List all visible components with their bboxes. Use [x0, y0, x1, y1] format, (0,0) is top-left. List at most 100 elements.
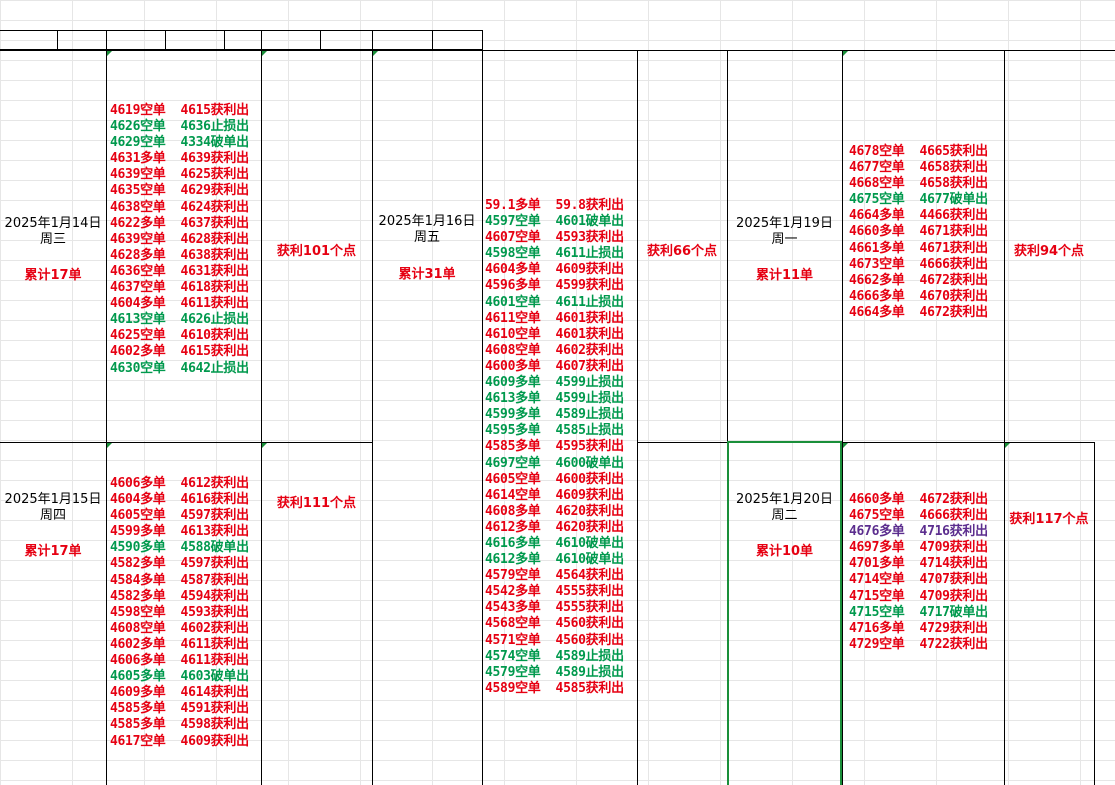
trade-entry: 4678空单 4665获利出	[849, 144, 988, 159]
trade-entry: 4585多单 4598获利出	[110, 717, 249, 733]
date-text: 2025年1月15日	[4, 492, 102, 507]
header-cell[interactable]	[57, 30, 107, 50]
day-label-jan19[interactable]: 2025年1月19日 周一	[727, 216, 842, 248]
trade-entry: 4635空单 4629获利出	[110, 183, 249, 199]
trade-entry: 4582多单 4597获利出	[110, 556, 249, 572]
trade-entry: 4589空单 4585获利出	[485, 680, 624, 696]
trade-entry: 4612多单 4610破单出	[485, 552, 624, 568]
trade-entry: 4617空单 4609获利出	[110, 733, 249, 749]
trade-entry: 4602多单 4615获利出	[110, 344, 249, 360]
header-cell[interactable]	[165, 30, 225, 50]
trade-entry: 4542多单 4555获利出	[485, 584, 624, 600]
trade-entry: 4660多单 4672获利出	[849, 492, 988, 507]
cell-marker-icon	[262, 51, 267, 56]
trade-entry: 4606多单 4611获利出	[110, 653, 249, 669]
trade-entry: 4571空单 4560获利出	[485, 632, 624, 648]
trade-entry: 4584多单 4587获利出	[110, 572, 249, 588]
trade-entry: 4666多单 4670获利出	[849, 288, 988, 304]
trade-entry: 4605多单 4603破单出	[110, 669, 249, 685]
trade-entry: 4619空单 4615获利出	[110, 103, 249, 118]
trade-list-jan15[interactable]: 4606多单 4612获利出 4604多单 4616获利出 4605空单 4597获…	[110, 476, 249, 750]
trade-entry: 4611空单 4601获利出	[485, 310, 624, 326]
trade-entry: 4606多单 4612获利出	[110, 476, 249, 491]
trade-entry: 4598空单 4593获利出	[110, 604, 249, 620]
cumulative-count: 累计17单	[24, 544, 82, 559]
trade-entry: 4602多单 4611获利出	[110, 636, 249, 652]
header-cell[interactable]	[261, 30, 321, 50]
trade-entry: 4604多单 4611获利出	[110, 296, 249, 312]
trade-entry: 4574空单 4589止损出	[485, 648, 624, 664]
trade-entry: 4582多单 4594获利出	[110, 588, 249, 604]
day-label-jan16[interactable]: 2025年1月16日 周五	[372, 214, 482, 246]
trade-entry: 4600多单 4607获利出	[485, 358, 624, 374]
trade-entry: 4629空单 4334破单出	[110, 135, 249, 151]
trade-list-jan14[interactable]: 4619空单 4615获利出 4626空单 4636止损出 4629空单 4334破…	[110, 103, 249, 377]
trade-entry: 4568空单 4560获利出	[485, 616, 624, 632]
weekday-text: 周四	[39, 508, 66, 523]
profit-total: 获利94个点	[1013, 244, 1085, 259]
trade-entry: 4608空单 4602获利出	[110, 620, 249, 636]
trade-entry: 4675空单 4666获利出	[849, 508, 988, 524]
trade-entry: 4616多单 4610破单出	[485, 535, 624, 551]
trade-entry: 4585多单 4591获利出	[110, 701, 249, 717]
trade-entry: 4628多单 4638获利出	[110, 247, 249, 263]
header-cell[interactable]	[106, 30, 166, 50]
trade-entry: 4597空单 4601破单出	[485, 214, 624, 230]
trade-entry: 4601空单 4611止损出	[485, 294, 624, 310]
trade-entry: 4607空单 4593获利出	[485, 230, 624, 246]
trade-entry: 4630空单 4642止损出	[110, 360, 249, 376]
trade-list-jan20[interactable]: 4660多单 4672获利出 4675空单 4666获利出 4676多单 4716获…	[849, 492, 988, 653]
date-text: 2025年1月16日	[378, 214, 476, 229]
column-divider	[482, 30, 483, 785]
trade-entry: 4639空单 4628获利出	[110, 231, 249, 247]
trade-entry: 4660多单 4671获利出	[849, 224, 988, 240]
row-divider	[637, 442, 1095, 443]
trade-entry: 4613空单 4626止损出	[110, 312, 249, 328]
column-divider	[842, 50, 843, 785]
trade-entry: 4610空单 4601获利出	[485, 326, 624, 342]
trade-entry: 4697多单 4709获利出	[849, 540, 988, 556]
trade-entry: 4608空单 4602获利出	[485, 342, 624, 358]
header-cell[interactable]	[320, 30, 373, 50]
header-cell[interactable]	[432, 30, 483, 50]
trade-entry: 4605空单 4597获利出	[110, 508, 249, 524]
trade-entry: 4714空单 4707获利出	[849, 572, 988, 588]
day-label-jan14[interactable]: 2025年1月14日 周三	[0, 216, 106, 248]
trade-entry: 4664多单 4466获利出	[849, 208, 988, 224]
day-label-jan20[interactable]: 2025年1月20日 周二	[727, 492, 842, 524]
weekday-text: 周三	[39, 232, 66, 247]
cell-marker-icon	[843, 443, 848, 448]
trade-entry: 4676多单 4716获利出	[849, 524, 988, 540]
column-divider	[372, 30, 373, 785]
cell-marker-icon	[107, 443, 112, 448]
trade-entry: 4609多单 4599止损出	[485, 375, 624, 391]
header-cell[interactable]	[0, 30, 58, 50]
weekday-text: 周五	[413, 230, 440, 245]
profit-total: 获利66个点	[646, 244, 718, 259]
trade-list-jan19[interactable]: 4678空单 4665获利出 4677空单 4658获利出 4668空单 4658获…	[849, 144, 988, 321]
header-cell[interactable]	[224, 30, 262, 50]
header-cell[interactable]	[372, 30, 433, 50]
trade-entry: 4622多单 4637获利出	[110, 215, 249, 231]
trade-entry: 4715空单 4717破单出	[849, 604, 988, 620]
cumulative-count: 累计31单	[398, 267, 456, 282]
trade-entry: 4661多单 4671获利出	[849, 240, 988, 256]
cumulative-count: 累计17单	[24, 268, 82, 283]
trade-entry: 4715空单 4709获利出	[849, 588, 988, 604]
trade-list-jan16[interactable]: 59.1多单 59.8获利出 4597空单 4601破单出 4607空单 4593获…	[485, 198, 624, 697]
column-divider	[106, 50, 107, 785]
weekday-text: 周二	[771, 508, 798, 523]
trade-entry: 4697空单 4600破单出	[485, 455, 624, 471]
trade-entry: 4595多单 4585止损出	[485, 423, 624, 439]
trade-entry: 4636空单 4631获利出	[110, 263, 249, 279]
trade-entry: 4626空单 4636止损出	[110, 119, 249, 135]
trade-entry: 4662多单 4672获利出	[849, 272, 988, 288]
trade-entry: 4675空单 4677破单出	[849, 192, 988, 208]
trade-entry: 59.1多单 59.8获利出	[485, 198, 624, 213]
trade-entry: 4579空单 4589止损出	[485, 664, 624, 680]
trade-entry: 4596多单 4599获利出	[485, 278, 624, 294]
column-divider	[1004, 50, 1005, 785]
day-label-jan15[interactable]: 2025年1月15日 周四	[0, 492, 106, 524]
date-text: 2025年1月20日	[736, 492, 833, 507]
column-divider	[637, 50, 638, 785]
